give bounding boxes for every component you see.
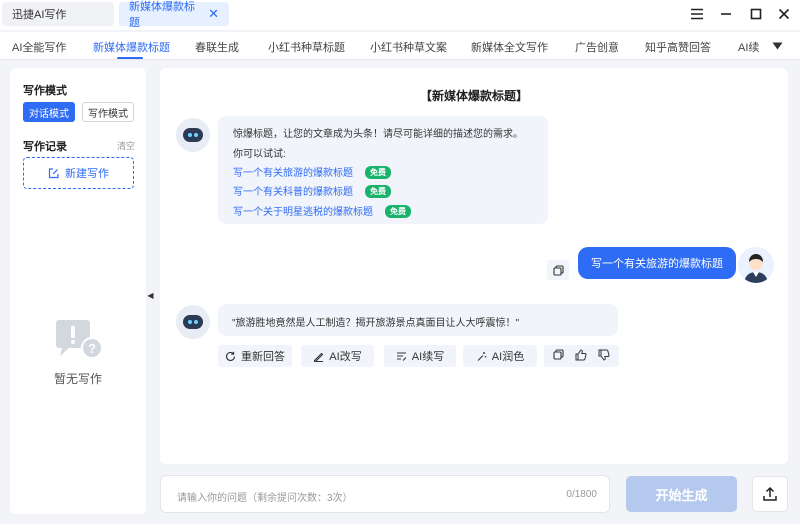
close-tab-icon[interactable]: ✕ (208, 6, 219, 22)
intro-text: 惊爆标题，让您的文章成为头条！请尽可能详细的描述您的需求。 (233, 129, 523, 140)
maximize-icon[interactable] (745, 4, 767, 24)
empty-state-text: 暂无写作 (53, 372, 102, 386)
copy-icon (552, 264, 564, 276)
nav-tab-ai-continue[interactable]: AI续 (738, 39, 759, 55)
nav-tab-xhs-title[interactable]: 小红书种草标题 (268, 39, 345, 55)
nav-tab-ad-idea[interactable]: 广告创意 (575, 39, 619, 55)
window-tab-label: 迅捷AI写作 (12, 9, 67, 21)
rewrite-icon (314, 352, 324, 362)
ai-polish-button[interactable]: AI润色 (463, 345, 537, 367)
suggestion-item[interactable]: 写一个有关旅游的爆款标题 免费 (233, 164, 391, 179)
free-badge: 免费 (365, 166, 391, 179)
nav-tab-xhs-copy[interactable]: 小红书种草文案 (370, 39, 447, 55)
free-badge: 免费 (385, 205, 411, 218)
chat-title: 【新媒体爆款标题】 (419, 89, 528, 103)
bot-intro-bubble: 惊爆标题，让您的文章成为头条！请尽可能详细的描述您的需求。 你可以试试: 写一个… (218, 116, 548, 224)
char-counter: 0/1800 (566, 489, 597, 500)
answer-feedback-group (544, 345, 619, 367)
chat-panel: 【新媒体爆款标题】 惊爆标题，让您的文章成为头条！请尽可能详细的描述您的需求。 … (160, 68, 788, 464)
writing-mode-title: 写作模式 (23, 85, 67, 97)
magic-wand-icon (477, 351, 487, 361)
menu-icon[interactable] (686, 4, 708, 24)
intro-hint: 你可以试试: (233, 149, 286, 160)
new-writing-button[interactable]: 新建写作 (23, 157, 134, 189)
window-tab-label: 新媒体爆款标题 (129, 1, 195, 29)
sidebar: 写作模式 对话模式 写作模式 写作记录 清空 新建写作 ? 暂无写作 (10, 68, 146, 514)
bot-avatar (176, 118, 210, 152)
feature-nav: AI全能写作 新媒体爆款标题 春联生成 小红书种草标题 小红书种草文案 新媒体全… (0, 32, 800, 60)
upload-button[interactable] (752, 476, 788, 512)
empty-state-icon: ? (54, 318, 106, 365)
refresh-icon (225, 351, 236, 361)
ai-continue-button[interactable]: AI续写 (384, 345, 456, 367)
collapse-sidebar-icon[interactable]: ◀ (146, 286, 155, 304)
bot-answer-bubble: "旅游胜地竟然是人工制造？揭开旅游景点真面目让人大呼震惊！" (218, 304, 618, 336)
ai-rewrite-button[interactable]: AI改写 (301, 345, 374, 367)
question-input[interactable]: 请输入你的问题（剩余提问次数：3次） 0/1800 (160, 475, 610, 513)
nav-tab-couplet[interactable]: 春联生成 (195, 39, 239, 55)
nav-tab-full-article[interactable]: 新媒体全文写作 (471, 39, 548, 55)
new-writing-label: 新建写作 (65, 168, 109, 180)
nav-tab-headline[interactable]: 新媒体爆款标题 (93, 39, 170, 55)
chat-mode-button[interactable]: 对话模式 (23, 102, 75, 122)
nav-tab-ai-writing[interactable]: AI全能写作 (12, 39, 66, 55)
window-tab-home[interactable]: 迅捷AI写作 (2, 2, 114, 26)
answer-text: "旅游胜地竟然是人工制造？揭开旅游景点真面目让人大呼震惊！" (232, 318, 520, 329)
free-badge: 免费 (365, 185, 391, 198)
clear-records-link[interactable]: 清空 (117, 139, 135, 152)
edit-icon (48, 167, 59, 178)
regenerate-button[interactable]: 重新回答 (218, 345, 292, 367)
active-tab-indicator (117, 57, 143, 59)
writing-record-title: 写作记录 (23, 141, 67, 153)
continue-icon (396, 351, 407, 361)
user-message-bubble: 写一个有关旅游的爆款标题 (578, 247, 736, 279)
user-avatar (738, 247, 774, 283)
write-mode-button[interactable]: 写作模式 (82, 102, 134, 122)
question-input-placeholder: 请输入你的问题（剩余提问次数：3次） (177, 493, 353, 504)
suggestion-item[interactable]: 写一个有关科普的爆款标题 免费 (233, 183, 391, 198)
thumbs-up-icon[interactable] (575, 348, 587, 364)
minimize-icon[interactable] (715, 4, 737, 24)
copy-icon[interactable] (553, 349, 564, 363)
thumbs-down-icon[interactable] (598, 349, 610, 364)
bot-avatar (176, 305, 210, 339)
window-tab-active[interactable]: 新媒体爆款标题 ✕ (119, 1, 229, 29)
suggestion-item[interactable]: 写一个关于明星逃税的爆款标题 免费 (233, 203, 411, 218)
svg-text:?: ? (88, 341, 96, 356)
start-generate-button[interactable]: 开始生成 (626, 476, 737, 512)
upload-icon (763, 486, 777, 501)
copy-message-button[interactable] (547, 260, 569, 280)
close-window-icon[interactable] (773, 4, 795, 24)
nav-tab-zhihu[interactable]: 知乎高赞回答 (645, 39, 711, 55)
more-tabs-icon[interactable] (772, 39, 783, 53)
window-titlebar: 迅捷AI写作 新媒体爆款标题 ✕ (0, 0, 800, 30)
